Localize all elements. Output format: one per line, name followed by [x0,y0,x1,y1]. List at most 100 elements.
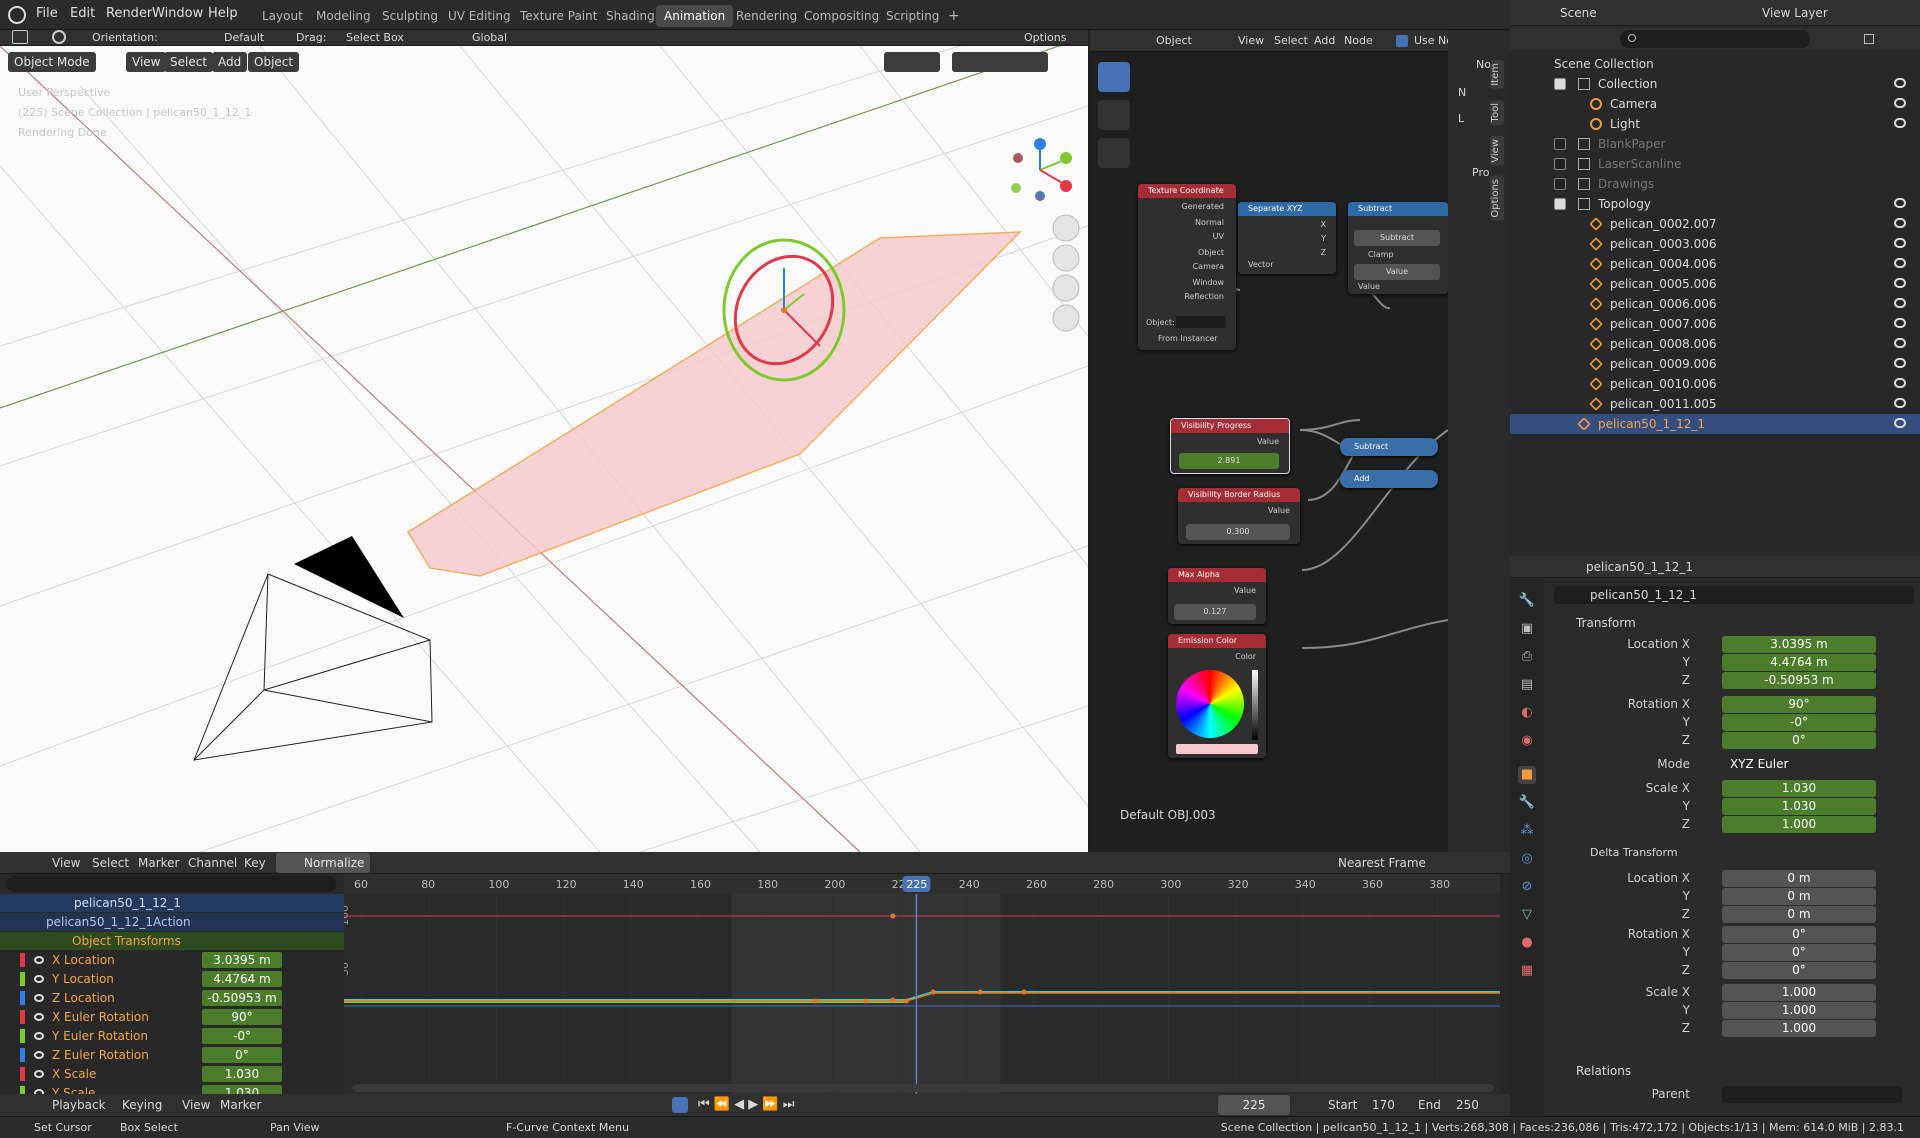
border-radius-value[interactable]: 0.300 [1186,524,1290,540]
select-menu[interactable]: Select [164,52,214,72]
menu-edit[interactable]: Edit [70,6,95,21]
object-menu[interactable]: Object [248,52,300,72]
outliner-item-pelican-0004-006[interactable]: pelican_0004.006 [1510,254,1920,274]
color-wheel[interactable] [1176,670,1244,738]
collection-checkbox[interactable] [1554,178,1566,190]
outliner-search-input[interactable] [1620,30,1810,48]
rotation-z-field[interactable]: 0° [1722,732,1876,749]
options-dropdown[interactable]: Options [1024,31,1066,44]
outliner-item-blankpaper[interactable]: BlankPaper [1510,134,1920,154]
collection-checkbox[interactable] [1554,198,1566,210]
channel-eye-icon[interactable] [34,975,44,983]
collection-checkbox[interactable] [1554,158,1566,170]
value-field[interactable]: Value [1354,264,1440,280]
orientation-select[interactable]: Default [224,31,264,44]
add-workspace-button[interactable]: + [940,5,968,27]
delta-rotation-x-field[interactable]: 0° [1722,926,1876,943]
channel-value-field[interactable]: 0° [202,1047,282,1063]
channel-pelican50-1-12-1action[interactable]: pelican50_1_12_1Action [0,913,344,931]
sidebar-tab-item[interactable]: Item [1490,60,1504,89]
channel-x-scale[interactable]: X Scale 1.030 [0,1065,344,1083]
subtract-small-node[interactable]: Subtract [1340,438,1438,456]
separate-xyz-node[interactable]: Separate XYZ X Y Z Vector [1238,202,1336,274]
filter-icon[interactable] [1864,34,1874,44]
menu-file[interactable]: File [36,6,58,21]
playback-controls[interactable]: ⏮ ⏪ ◀ ▶ ⏩ ⏭ [698,1097,794,1112]
channel-eye-icon[interactable] [34,1032,44,1040]
visibility-eye-icon[interactable] [1894,318,1906,328]
delta-scale-z-field[interactable]: 1.000 [1722,1020,1876,1037]
menu-help[interactable]: Help [208,6,238,21]
scene-name[interactable]: Scene [1560,6,1597,20]
properties-editor[interactable]: pelican50_1_12_1 🔧 ▣ ⎙ ▤ ◐ ◉ ■ 🔧 ⁂ ◎ ⊘ ▽… [1510,556,1920,1138]
tab-shading[interactable]: Shading [598,5,663,27]
outliner-item-pelican50-1-12-1[interactable]: pelican50_1_12_1 [1510,414,1920,434]
physics-tab-icon[interactable]: ◎ [1518,850,1536,868]
tab-modeling[interactable]: Modeling [308,5,379,27]
graph-key-menu[interactable]: Key [244,856,266,870]
collection-checkbox[interactable] [1554,78,1566,90]
channel-z-euler-rotation[interactable]: Z Euler Rotation 0° [0,1046,344,1064]
outliner-item-pelican-0003-006[interactable]: pelican_0003.006 [1510,234,1920,254]
tab-layout[interactable]: Layout [254,5,311,27]
overlays-button[interactable] [884,52,940,72]
sidebar-tab-options[interactable]: Options [1490,176,1504,221]
channel-y-location[interactable]: Y Location 4.4764 m [0,970,344,988]
blender-logo-icon[interactable] [8,6,26,24]
location-y-field[interactable]: 4.4764 m [1722,654,1876,671]
tab-rendering[interactable]: Rendering [728,5,805,27]
view-layer-name[interactable]: View Layer [1762,6,1828,20]
max-alpha-node[interactable]: Max Alpha Value 0.127 [1168,568,1266,624]
visibility-eye-icon[interactable] [1894,398,1906,408]
playback-menu[interactable]: Playback [52,1098,106,1112]
visibility-eye-icon[interactable] [1894,378,1906,388]
outliner-item-collection[interactable]: Collection [1510,74,1920,94]
delta-location-x-field[interactable]: 0 m [1722,870,1876,887]
outliner-item-pelican-0011-005[interactable]: pelican_0011.005 [1510,394,1920,414]
keying-menu[interactable]: Keying [122,1098,162,1112]
scale-x-field[interactable]: 1.030 [1722,780,1876,797]
channel-x-euler-rotation[interactable]: X Euler Rotation 90° [0,1008,344,1026]
visibility-eye-icon[interactable] [1894,78,1906,88]
transform-panel-title[interactable]: Transform [1576,616,1636,630]
visibility-eye-icon[interactable] [1894,358,1906,368]
color-swatch[interactable] [1176,744,1258,754]
subtract-math-node[interactable]: Subtract Subtract Clamp Value Value [1348,202,1448,294]
parent-field[interactable] [1722,1086,1902,1103]
visibility-eye-icon[interactable] [1894,238,1906,248]
outliner-item-pelican-0007-006[interactable]: pelican_0007.006 [1510,314,1920,334]
operation-select[interactable]: Subtract [1354,230,1440,246]
outliner-item-drawings[interactable]: Drawings [1510,174,1920,194]
visibility-eye-icon[interactable] [1894,278,1906,288]
visibility-eye-icon[interactable] [1894,118,1906,128]
visibility-eye-icon[interactable] [1894,198,1906,208]
visibility-progress-value[interactable]: 2.891 [1179,453,1279,469]
channel-search-input[interactable] [6,876,336,892]
channel-value-field[interactable]: 90° [202,1009,282,1025]
outliner-item-pelican-0006-006[interactable]: pelican_0006.006 [1510,294,1920,314]
outliner-item-laserscanline[interactable]: LaserScanline [1510,154,1920,174]
record-button[interactable] [672,1097,688,1113]
scale-y-field[interactable]: 1.030 [1722,798,1876,815]
start-value[interactable]: 170 [1372,1098,1395,1112]
horizontal-scrollbar[interactable] [352,1084,1494,1092]
timeline-marker-menu[interactable]: Marker [220,1098,261,1112]
rotation-mode-select[interactable]: XYZ Euler [1722,756,1876,773]
max-alpha-value[interactable]: 0.127 [1174,604,1256,620]
texture-coordinate-node[interactable]: Texture Coordinate Generated Normal UV O… [1138,184,1236,350]
delta-rotation-y-field[interactable]: 0° [1722,944,1876,961]
location-x-field[interactable]: 3.0395 m [1722,636,1876,653]
end-value[interactable]: 250 [1456,1098,1479,1112]
selected-ribbon-mesh[interactable] [406,231,1022,577]
shading-mode-buttons[interactable] [952,52,1048,72]
visibility-border-radius-node[interactable]: Visibility Border Radius Value 0.300 [1178,488,1300,544]
viewport-nav-buttons[interactable] [1052,214,1080,332]
location-z-field[interactable]: -0.50953 m [1722,672,1876,689]
rotation-x-field[interactable]: 90° [1722,696,1876,713]
sidebar-tab-tool[interactable]: Tool [1490,100,1504,126]
channel-value-field[interactable]: -0.50953 m [202,990,282,1006]
graph-editor[interactable]: View Select Marker Channel Key Normalize… [0,852,1510,1122]
outliner-item-light[interactable]: Light [1510,114,1920,134]
channel-y-euler-rotation[interactable]: Y Euler Rotation -0° [0,1027,344,1045]
current-frame-field[interactable]: 225 [1218,1095,1290,1115]
